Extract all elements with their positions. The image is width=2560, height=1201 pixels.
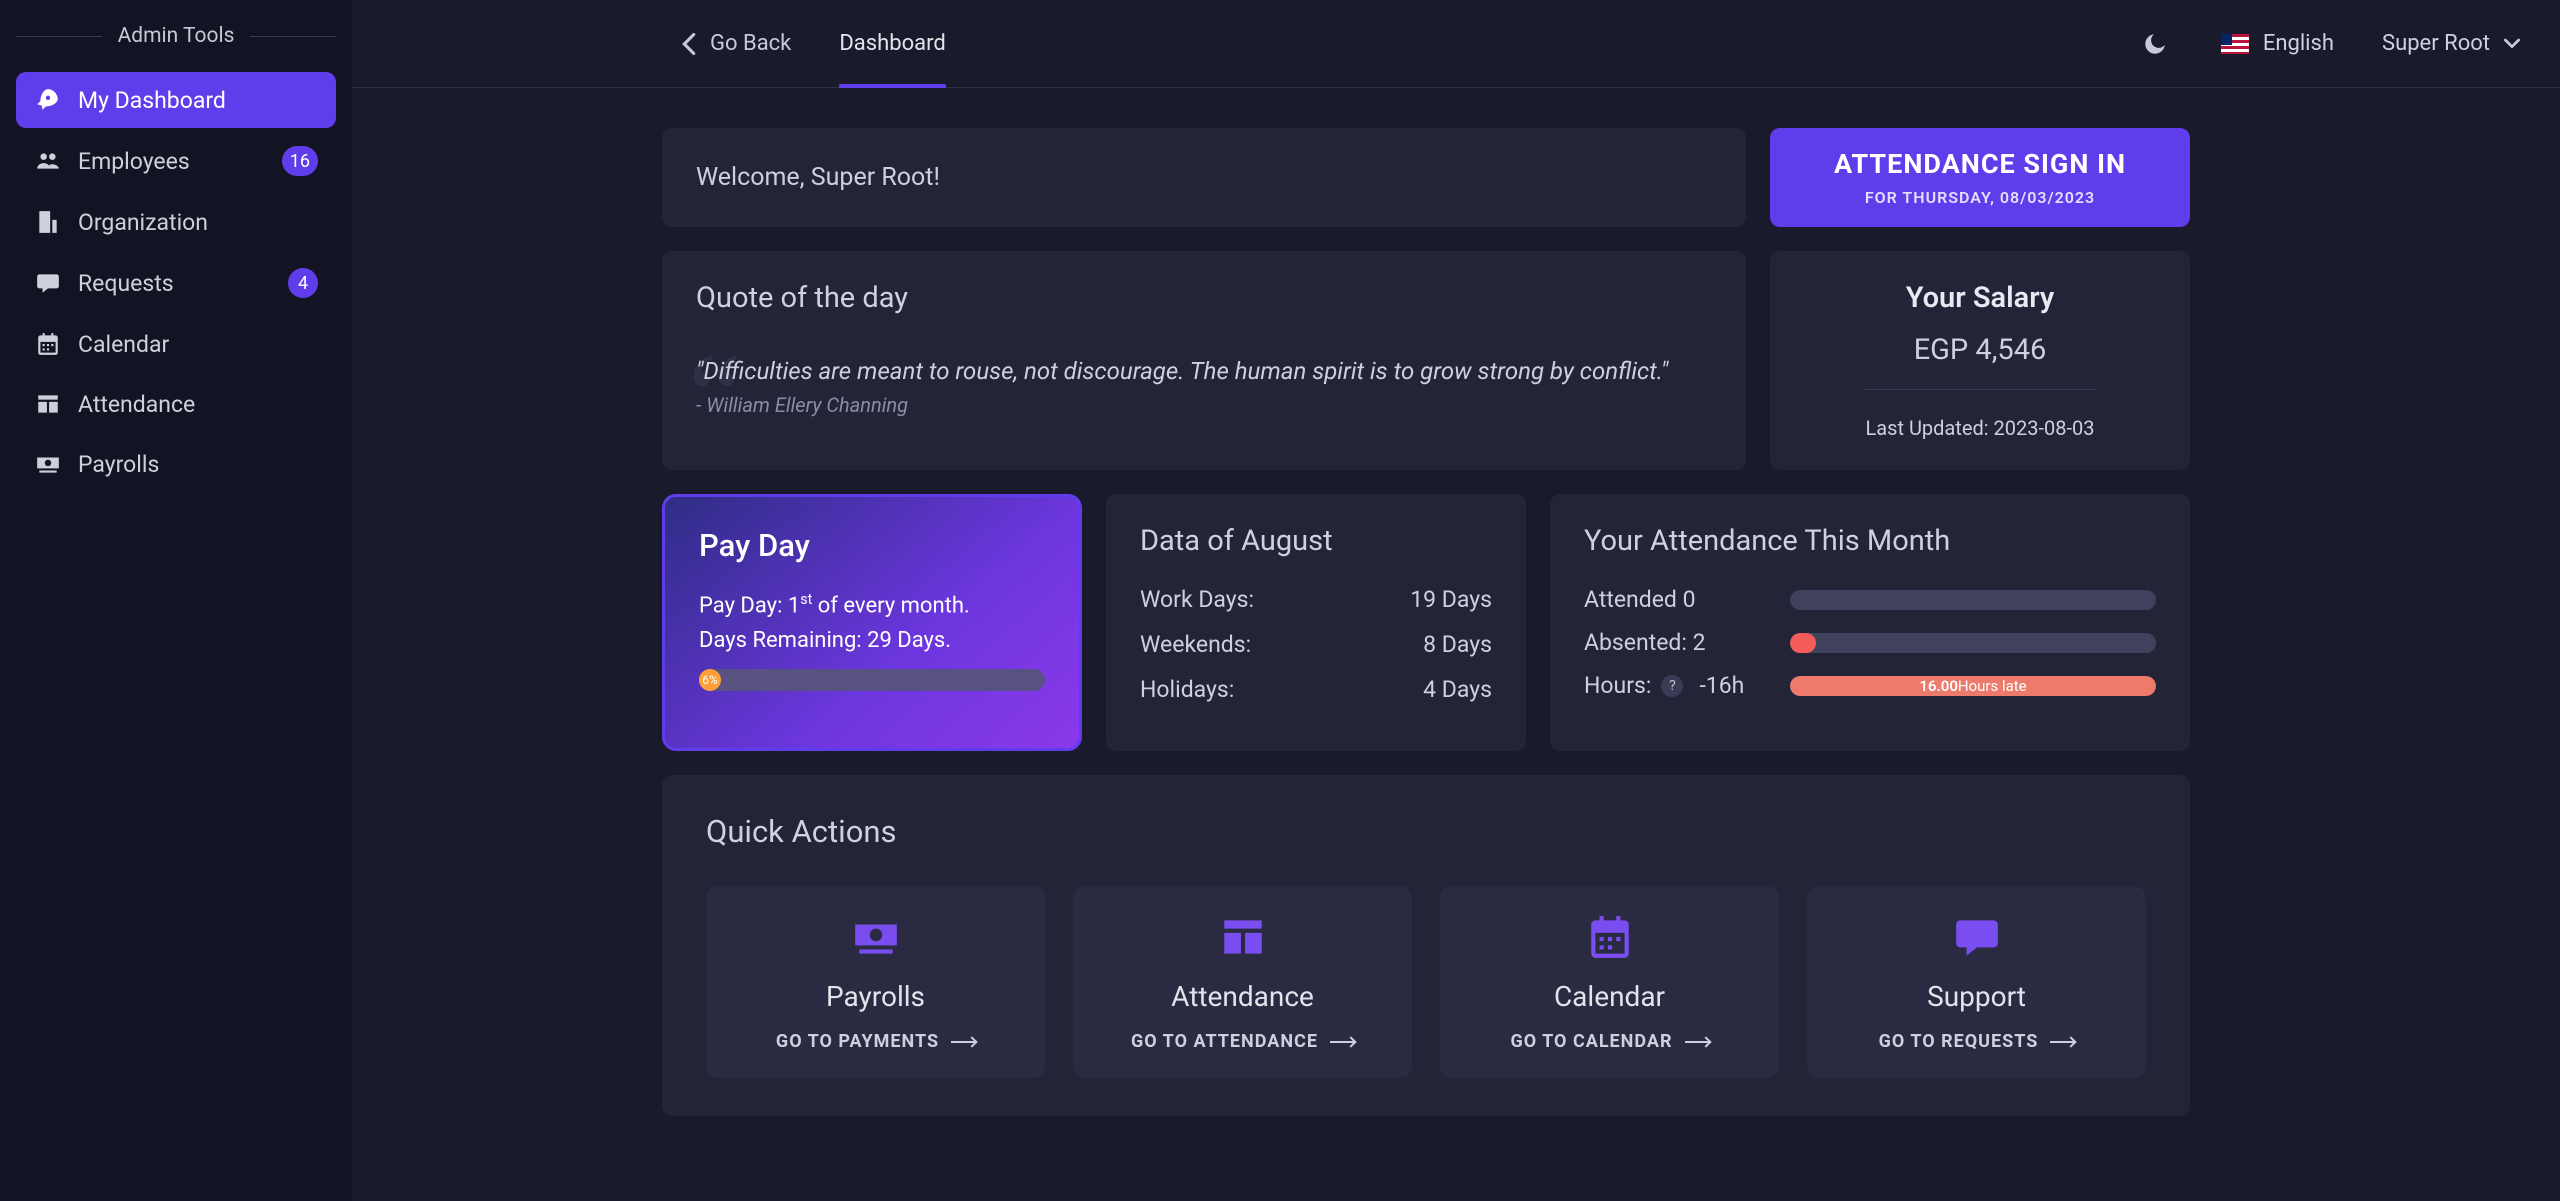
go-back-button[interactable]: Go Back — [682, 31, 791, 56]
money-icon — [34, 450, 62, 478]
quick-action-payrolls: Payrolls GO TO PAYMENTS — [706, 886, 1045, 1078]
payday-heading: Pay Day — [699, 527, 1045, 564]
salary-card: Your Salary EGP 4,546 Last Updated: 2023… — [1770, 251, 2190, 470]
absented-label: Absented: 2 — [1584, 629, 1764, 656]
users-icon — [34, 147, 62, 175]
quick-title: Calendar — [1554, 980, 1665, 1013]
us-flag-icon — [2221, 34, 2249, 54]
quote-card: Quote of the day “ "Difficulties are mea… — [662, 251, 1746, 470]
sidebar-item-payrolls[interactable]: Payrolls — [16, 436, 336, 492]
payday-progress: 6% — [699, 669, 1045, 691]
calendar-icon — [34, 330, 62, 358]
hours-fill: 16.00 Hours late — [1790, 676, 2156, 696]
quick-title: Payrolls — [826, 980, 925, 1013]
quick-actions-heading: Quick Actions — [706, 813, 2146, 850]
language-label: English — [2263, 31, 2334, 56]
salary-heading: Your Salary — [1804, 281, 2156, 315]
sidebar-item-label: Employees — [78, 148, 266, 175]
language-selector[interactable]: English — [2221, 31, 2334, 56]
moon-icon — [2142, 31, 2168, 57]
payday-line-2: Days Remaining: 29 Days. — [699, 628, 1045, 653]
quote-heading: Quote of the day — [696, 281, 1712, 315]
quick-actions-card: Quick Actions Payrolls GO TO PAYMENTS Atte… — [662, 775, 2190, 1116]
dark-mode-toggle[interactable] — [2137, 26, 2173, 62]
attended-label: Attended 0 — [1584, 586, 1764, 613]
chevron-down-icon — [2504, 36, 2520, 52]
quote-author: - William Ellery Channing — [696, 393, 1712, 417]
sidebar-item-label: Attendance — [78, 391, 318, 418]
sidebar-item-label: Requests — [78, 270, 272, 297]
rocket-icon — [34, 86, 62, 114]
chat-icon — [1947, 912, 2007, 962]
attendance-signin-sub: FOR THURSDAY, 08/03/2023 — [1865, 188, 2095, 207]
sidebar-item-label: Payrolls — [78, 451, 318, 478]
sidebar-item-label: My Dashboard — [78, 87, 318, 114]
august-data-card: Data of August Work Days:19 Days Weekends… — [1106, 494, 1526, 751]
attendance-month-heading: Your Attendance This Month — [1584, 524, 2156, 558]
sidebar-title: Admin Tools — [16, 24, 336, 48]
quick-title: Support — [1927, 980, 2026, 1013]
sidebar-item-requests[interactable]: Requests 4 — [16, 254, 336, 312]
quote-text: "Difficulties are meant to rouse, not di… — [696, 357, 1712, 385]
go-back-label: Go Back — [710, 31, 791, 56]
arrow-right-icon — [951, 1041, 975, 1043]
quick-title: Attendance — [1171, 980, 1314, 1013]
table-icon — [1213, 912, 1273, 962]
quick-link[interactable]: GO TO ATTENDANCE — [1131, 1031, 1354, 1052]
absented-bar — [1790, 633, 2156, 653]
chevron-left-icon — [682, 33, 696, 55]
open-quote-icon: “ — [688, 335, 741, 455]
sidebar-item-dashboard[interactable]: My Dashboard — [16, 72, 336, 128]
absented-fill — [1790, 633, 1816, 653]
quick-action-support: Support GO TO REQUESTS — [1807, 886, 2146, 1078]
table-icon — [34, 390, 62, 418]
attendance-month-card: Your Attendance This Month Attended 0 Ab… — [1550, 494, 2190, 751]
sidebar-badge: 16 — [282, 146, 318, 176]
tab-dashboard[interactable]: Dashboard — [839, 0, 945, 88]
topbar: Go Back Dashboard English Super Root — [352, 0, 2560, 88]
hours-label: Hours: ? -16h — [1584, 672, 1764, 699]
money-icon — [846, 912, 906, 962]
welcome-card: Welcome, Super Root! — [662, 128, 1746, 227]
payday-progress-knob: 6% — [699, 669, 721, 691]
hours-help-icon[interactable]: ? — [1661, 675, 1683, 697]
sidebar-title-text: Admin Tools — [118, 24, 235, 48]
sidebar-item-organization[interactable]: Organization — [16, 194, 336, 250]
quick-action-calendar: Calendar GO TO CALENDAR — [1440, 886, 1779, 1078]
quick-action-attendance: Attendance GO TO ATTENDANCE — [1073, 886, 1412, 1078]
quick-link[interactable]: GO TO CALENDAR — [1510, 1031, 1708, 1052]
sidebar-item-calendar[interactable]: Calendar — [16, 316, 336, 372]
hours-value: -16h — [1699, 672, 1744, 699]
attendance-signin-button[interactable]: ATTENDANCE SIGN IN FOR THURSDAY, 08/03/2… — [1770, 128, 2190, 227]
sidebar-item-employees[interactable]: Employees 16 — [16, 132, 336, 190]
arrow-right-icon — [1330, 1041, 1354, 1043]
payday-card: Pay Day Pay Day: 1st of every month. Day… — [662, 494, 1082, 751]
sidebar-item-label: Calendar — [78, 331, 318, 358]
sidebar: Admin Tools My Dashboard Employees 16 Organ… — [0, 0, 352, 1201]
data-row: Weekends:8 Days — [1140, 631, 1492, 658]
building-icon — [34, 208, 62, 236]
salary-value: EGP 4,546 — [1804, 333, 2156, 367]
welcome-text: Welcome, Super Root! — [696, 163, 940, 192]
august-heading: Data of August — [1140, 524, 1492, 558]
sidebar-badge: 4 — [288, 268, 318, 298]
quick-link[interactable]: GO TO REQUESTS — [1879, 1031, 2075, 1052]
user-name: Super Root — [2382, 31, 2490, 56]
sidebar-item-attendance[interactable]: Attendance — [16, 376, 336, 432]
quick-link[interactable]: GO TO PAYMENTS — [776, 1031, 975, 1052]
hours-bar: 16.00 Hours late — [1790, 676, 2156, 696]
payday-line-1: Pay Day: 1st of every month. — [699, 592, 1045, 618]
salary-updated: Last Updated: 2023-08-03 — [1804, 416, 2156, 440]
chat-icon — [34, 269, 62, 297]
arrow-right-icon — [1685, 1041, 1709, 1043]
calendar-icon — [1580, 912, 1640, 962]
sidebar-item-label: Organization — [78, 209, 318, 236]
attended-bar — [1790, 590, 2156, 610]
user-menu[interactable]: Super Root — [2382, 31, 2520, 56]
data-row: Holidays:4 Days — [1140, 676, 1492, 703]
arrow-right-icon — [2050, 1041, 2074, 1043]
attendance-signin-title: ATTENDANCE SIGN IN — [1834, 148, 2126, 180]
data-row: Work Days:19 Days — [1140, 586, 1492, 613]
